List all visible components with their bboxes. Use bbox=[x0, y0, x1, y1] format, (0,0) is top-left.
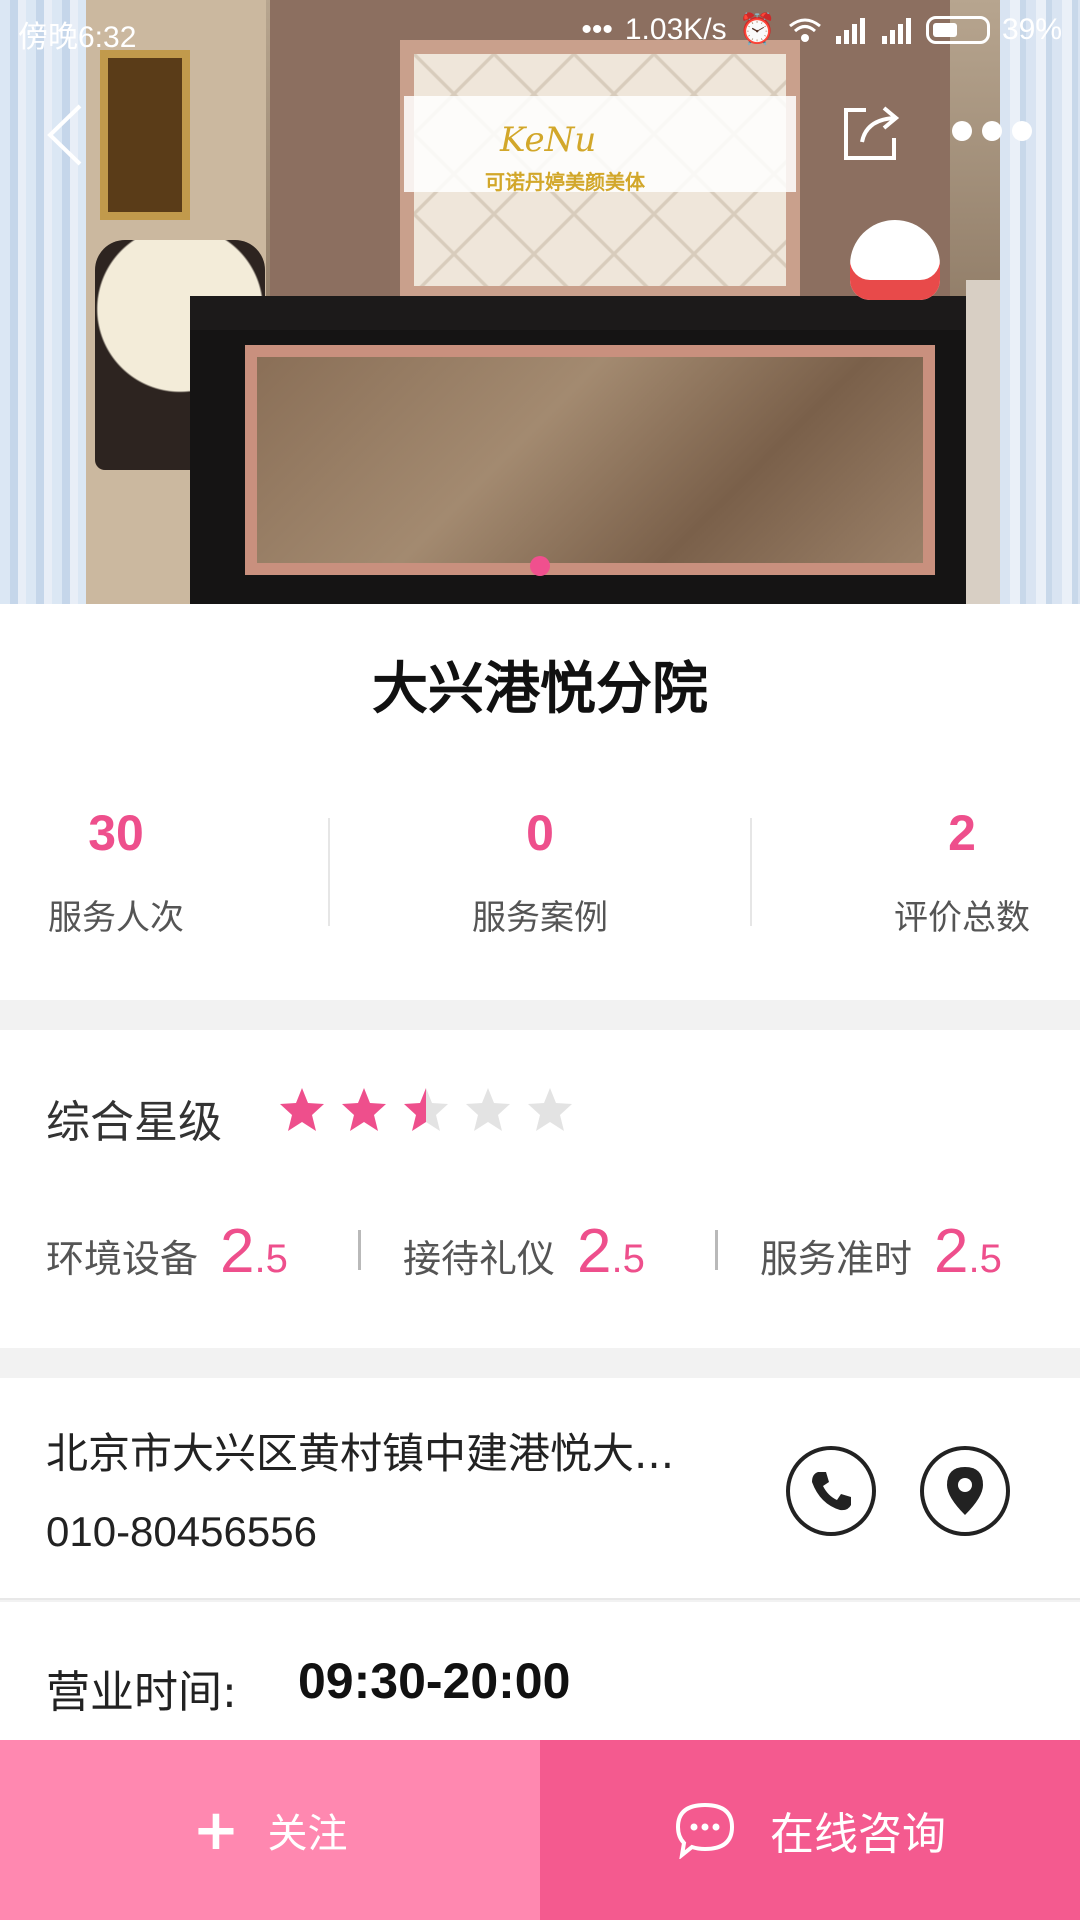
status-right: ••• 1.03K/s ⏰ 39% bbox=[581, 12, 1062, 47]
photo-counter-marble bbox=[245, 345, 935, 575]
carousel-indicator bbox=[530, 556, 550, 576]
bottom-action-bar: + 关注 在线咨询 bbox=[0, 1740, 1080, 1920]
star-icon bbox=[404, 1088, 448, 1131]
rating-divider bbox=[358, 1230, 361, 1270]
back-icon[interactable] bbox=[40, 100, 90, 170]
follow-label: 关注 bbox=[267, 1811, 348, 1857]
stat-value: 2 bbox=[948, 805, 976, 861]
overall-rating-label: 综合星级 bbox=[46, 1097, 222, 1148]
online-consult-button[interactable]: 在线咨询 bbox=[540, 1740, 1080, 1920]
star-rating bbox=[278, 1086, 574, 1134]
stat-label: 服务案例 bbox=[472, 898, 608, 938]
hours-card: 营业时间: 09:30-20:00 bbox=[0, 1602, 1080, 1742]
signal-icon-2 bbox=[881, 17, 911, 44]
consult-label: 在线咨询 bbox=[770, 1809, 946, 1860]
brand-logo: KeNu bbox=[500, 120, 597, 160]
rating-punctuality: 服务准时 2.5 bbox=[760, 1216, 1002, 1287]
rating-label: 环境设备 bbox=[46, 1237, 199, 1281]
hours-label: 营业时间: bbox=[46, 1667, 237, 1718]
star-icon bbox=[528, 1088, 572, 1131]
alarm-icon: ⏰ bbox=[738, 13, 776, 46]
rating-divider bbox=[715, 1230, 718, 1270]
rating-value: 2.5 bbox=[577, 1217, 645, 1286]
stat-label: 服务人次 bbox=[48, 898, 184, 938]
photo-painting bbox=[100, 50, 190, 220]
stat-divider bbox=[750, 818, 752, 926]
chat-bubble-icon bbox=[675, 1802, 735, 1859]
location-pin-icon bbox=[947, 1467, 983, 1515]
stat-label: 评价总数 bbox=[894, 898, 1030, 938]
wifi-icon bbox=[789, 18, 821, 42]
photo-curtain-left bbox=[0, 0, 86, 604]
star-icon bbox=[342, 1088, 386, 1131]
status-time: 傍晚6:32 bbox=[18, 21, 137, 54]
rating-value: 2.5 bbox=[934, 1217, 1002, 1286]
clinic-phone[interactable]: 010-80456556 bbox=[46, 1508, 317, 1556]
stat-value: 0 bbox=[526, 805, 554, 861]
clinic-address[interactable]: 北京市大兴区黄村镇中建港悦大... bbox=[46, 1420, 726, 1481]
star-icon bbox=[280, 1088, 324, 1131]
battery-icon bbox=[925, 15, 990, 44]
network-speed: 1.03K/s bbox=[624, 12, 727, 46]
dots-icon: ••• bbox=[581, 12, 613, 46]
contact-card: 北京市大兴区黄村镇中建港悦大... 010-80456556 bbox=[0, 1378, 1080, 1600]
call-button[interactable] bbox=[786, 1446, 876, 1536]
status-bar: 傍晚6:32 ••• 1.03K/s ⏰ 39% bbox=[0, 0, 1080, 60]
stat-case-count[interactable]: 0 服务案例 bbox=[470, 804, 610, 939]
rating-reception: 接待礼仪 2.5 bbox=[403, 1216, 645, 1287]
photo-lucky-cat bbox=[850, 220, 940, 300]
rating-label: 接待礼仪 bbox=[403, 1237, 556, 1281]
clinic-name: 大兴港悦分院 bbox=[372, 657, 708, 722]
hours-value: 09:30-20:00 bbox=[298, 1653, 571, 1709]
battery-level: 39% bbox=[1001, 12, 1062, 46]
brand-subtitle: 可诺丹婷美颜美体 bbox=[485, 170, 645, 194]
map-button[interactable] bbox=[920, 1446, 1010, 1536]
clinic-summary-card: 大兴港悦分院 30 服务人次 0 服务案例 2 评价总数 bbox=[0, 604, 1080, 1000]
share-icon[interactable] bbox=[840, 100, 904, 164]
follow-button[interactable]: + 关注 bbox=[0, 1740, 540, 1920]
more-icon[interactable] bbox=[952, 116, 1032, 146]
photo-curtain-right bbox=[1000, 0, 1080, 604]
rating-value: 2.5 bbox=[220, 1217, 288, 1286]
rating-card: 综合星级 环境设备 2.5 接待礼仪 2.5 服务准时 2.5 bbox=[0, 1030, 1080, 1348]
rating-breakdown: 环境设备 2.5 接待礼仪 2.5 服务准时 2.5 bbox=[46, 1216, 1046, 1286]
phone-icon bbox=[812, 1472, 851, 1511]
storefront-photo[interactable]: KeNu 可诺丹婷美颜美体 傍晚6:32 ••• 1.03K/s ⏰ 39% bbox=[0, 0, 1080, 604]
rating-environment: 环境设备 2.5 bbox=[46, 1216, 288, 1287]
plus-icon: + bbox=[192, 1797, 240, 1863]
rating-label: 服务准时 bbox=[760, 1237, 913, 1281]
signal-icon bbox=[835, 17, 865, 44]
stat-divider bbox=[328, 818, 330, 926]
stat-service-count[interactable]: 30 服务人次 bbox=[46, 804, 186, 939]
stat-value: 30 bbox=[88, 805, 144, 861]
star-icon bbox=[466, 1088, 510, 1131]
stat-review-count[interactable]: 2 评价总数 bbox=[892, 804, 1032, 939]
